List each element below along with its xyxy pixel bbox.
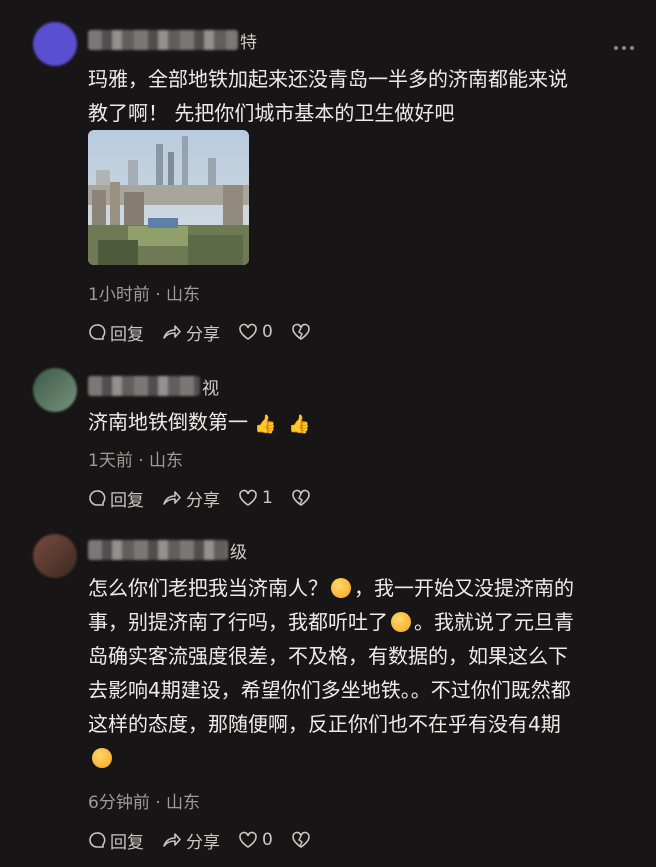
broken-heart-icon — [292, 489, 310, 506]
dislike-button[interactable] — [291, 831, 315, 849]
comment-time-location: 6分钟前 · 山东 — [88, 793, 201, 813]
share-icon — [163, 325, 181, 339]
reply-icon — [89, 490, 106, 506]
comment-actions: 回复 分享 0 — [88, 828, 333, 853]
broken-heart-icon — [292, 831, 310, 848]
avatar[interactable] — [33, 368, 77, 412]
like-button[interactable]: 0 — [238, 322, 273, 342]
comment-time-location: 1天前 · 山东 — [88, 451, 184, 471]
heart-icon — [239, 323, 257, 340]
username-visible: 特 — [240, 32, 257, 53]
thumbs-up-emoji: 👍 — [288, 414, 311, 435]
username[interactable]: 特 — [88, 28, 257, 53]
comment-text: 济南地铁倒数第一 👍 👍 — [88, 405, 648, 442]
vomiting-face-emoji — [391, 612, 411, 632]
frowning-emoji — [331, 578, 351, 598]
share-icon — [163, 491, 181, 505]
comment-actions: 回复 分享 1 — [88, 486, 333, 511]
username[interactable]: 级 — [88, 538, 247, 563]
avatar[interactable] — [33, 22, 77, 66]
reply-icon — [89, 832, 106, 848]
avatar[interactable] — [33, 534, 77, 578]
comment-2: 视 济南地铁倒数第一 👍 👍 1天前 · 山东 回复 分享 1 — [0, 360, 656, 530]
heart-icon — [239, 831, 257, 848]
username-visible: 级 — [230, 542, 247, 563]
reply-button[interactable]: 回复 — [88, 486, 144, 511]
comment-1: 特 玛雅，全部地铁加起来还没青岛一半多的济南都能来说 教了啊！ 先把你们城市基本… — [0, 0, 656, 360]
like-button[interactable]: 0 — [238, 830, 273, 850]
dislike-button[interactable] — [291, 323, 315, 341]
more-options-icon[interactable] — [614, 46, 634, 50]
comment-3: 级 怎么你们老把我当济南人？ ，我一开始又没提济南的 事，别提济南了行吗，我都听吐… — [0, 530, 656, 867]
comment-time-location: 1小时前 · 山东 — [88, 285, 201, 305]
city-skyline-image — [88, 130, 249, 265]
attached-photo[interactable] — [88, 130, 249, 265]
frowning-emoji — [92, 748, 112, 768]
share-button[interactable]: 分享 — [162, 828, 220, 853]
dislike-button[interactable] — [291, 489, 315, 507]
comment-text: 怎么你们老把我当济南人？ ，我一开始又没提济南的 事，别提济南了行吗，我都听吐了。… — [88, 571, 648, 775]
share-button[interactable]: 分享 — [162, 320, 220, 345]
broken-heart-icon — [292, 323, 310, 340]
comment-text: 玛雅，全部地铁加起来还没青岛一半多的济南都能来说 教了啊！ 先把你们城市基本的卫… — [88, 67, 568, 125]
reply-button[interactable]: 回复 — [88, 828, 144, 853]
username[interactable]: 视 — [88, 374, 219, 399]
heart-icon — [239, 489, 257, 506]
comment-actions: 回复 分享 0 — [88, 320, 333, 345]
reply-button[interactable]: 回复 — [88, 320, 144, 345]
username-visible: 视 — [202, 378, 219, 399]
thumbs-up-emoji: 👍 — [254, 414, 277, 435]
share-icon — [163, 833, 181, 847]
share-button[interactable]: 分享 — [162, 486, 220, 511]
reply-icon — [89, 324, 106, 340]
like-button[interactable]: 1 — [238, 488, 273, 508]
